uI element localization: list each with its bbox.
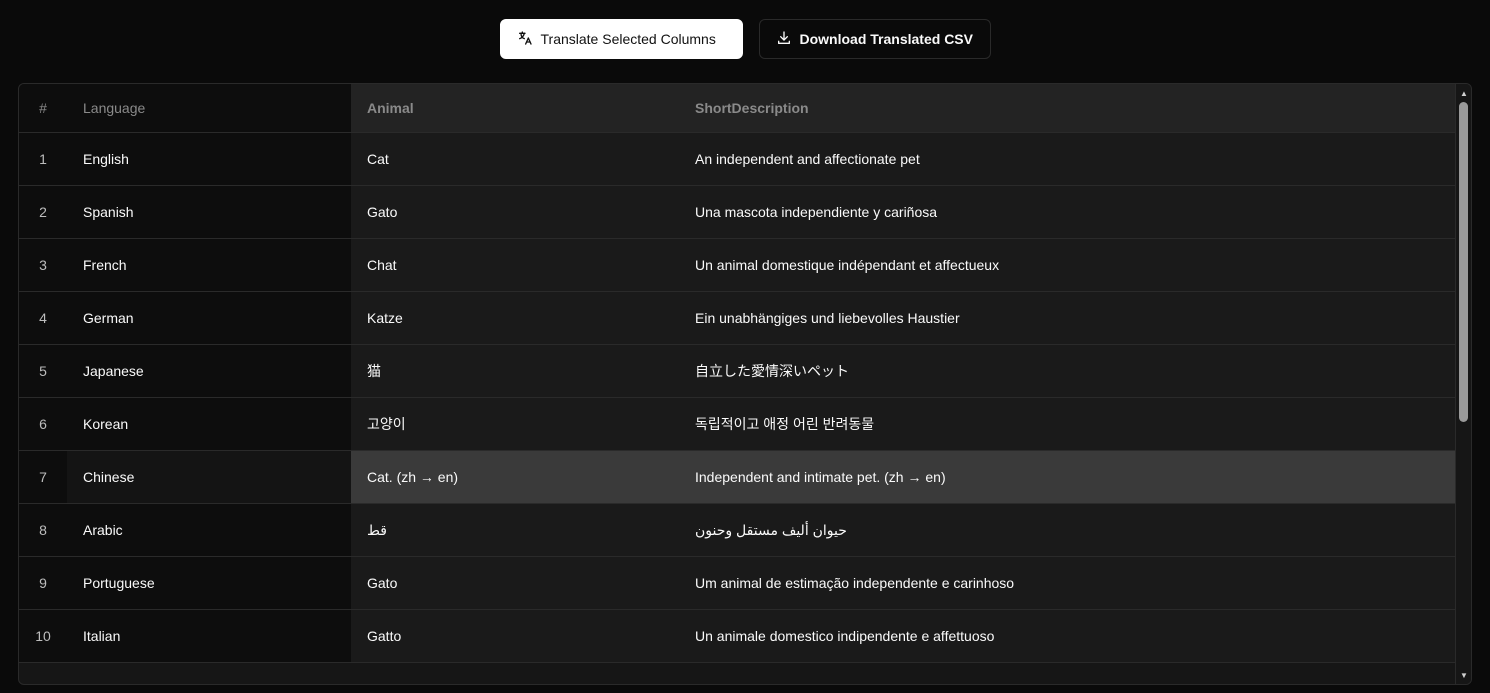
scroll-thumb[interactable] bbox=[1459, 102, 1468, 422]
animal-cell[interactable]: 고양이 bbox=[351, 398, 679, 450]
language-cell[interactable]: Italian bbox=[67, 610, 351, 662]
table-row[interactable]: 4 German Katze Ein unabhängiges und liebevo… bbox=[19, 292, 1457, 345]
table-row[interactable]: 5 Japanese 猫自立した愛情深いペット bbox=[19, 345, 1457, 398]
animal-cell[interactable]: Gato bbox=[351, 186, 679, 238]
row-number-cell[interactable]: 1 bbox=[19, 133, 67, 185]
table-row[interactable]: 1 English Cat An independent and affectiona… bbox=[19, 133, 1457, 186]
download-translated-csv-button[interactable]: Download Translated CSV bbox=[758, 19, 991, 59]
language-cell[interactable]: Spanish bbox=[67, 186, 351, 238]
row-number-cell[interactable]: 10 bbox=[19, 610, 67, 662]
language-cell[interactable]: Arabic bbox=[67, 504, 351, 556]
header-row-number: # bbox=[19, 84, 67, 132]
short-description-cell[interactable]: Independent and intimate pet. (zh → en) bbox=[679, 451, 1457, 503]
row-number-cell[interactable]: 6 bbox=[19, 398, 67, 450]
language-cell[interactable]: Chinese bbox=[67, 451, 351, 503]
animal-cell[interactable]: Chat bbox=[351, 239, 679, 291]
row-number-cell[interactable]: 5 bbox=[19, 345, 67, 397]
language-cell[interactable]: English bbox=[67, 133, 351, 185]
row-number-cell[interactable]: 7 bbox=[19, 451, 67, 503]
animal-cell[interactable]: Gatto bbox=[351, 610, 679, 662]
table-row[interactable]: 7 Chinese Cat. (zh → en) Independent and in… bbox=[19, 451, 1457, 504]
table-row[interactable]: 8 Arabic قط حيوان أليف مستقل وحنون bbox=[19, 504, 1457, 557]
row-number-cell[interactable]: 3 bbox=[19, 239, 67, 291]
translate-selected-columns-button[interactable]: Translate Selected Columns bbox=[499, 19, 743, 59]
translate-button-label: Translate Selected Columns bbox=[540, 31, 716, 47]
short-description-cell[interactable]: Un animale domestico indipendente e affe… bbox=[679, 610, 1457, 662]
table-row[interactable]: 6 Korean 고양이 독립적이고 애정 어린 반려동물 bbox=[19, 398, 1457, 451]
scroll-down-icon[interactable]: ▼ bbox=[1456, 668, 1471, 682]
download-button-label: Download Translated CSV bbox=[799, 31, 973, 47]
short-description-cell[interactable]: Ein unabhängiges und liebevolles Haustie… bbox=[679, 292, 1457, 344]
language-cell[interactable]: French bbox=[67, 239, 351, 291]
animal-cell[interactable]: 猫 bbox=[351, 345, 679, 397]
table-grid: # Language Animal ShortDescription 1 Engl… bbox=[19, 84, 1457, 663]
vertical-scrollbar[interactable]: ▲ ▼ bbox=[1455, 84, 1471, 684]
short-description-cell[interactable]: 독립적이고 애정 어린 반려동물 bbox=[679, 398, 1457, 450]
table-header-row: # Language Animal ShortDescription bbox=[19, 84, 1457, 133]
animal-cell[interactable]: قط bbox=[351, 504, 679, 556]
scroll-up-icon[interactable]: ▲ bbox=[1456, 86, 1471, 100]
animal-cell[interactable]: Gato bbox=[351, 557, 679, 609]
table-row[interactable]: 10 Italian Gatto Un animale domestico indip… bbox=[19, 610, 1457, 663]
download-icon bbox=[776, 30, 792, 49]
short-description-cell[interactable]: 自立した愛情深いペット bbox=[679, 345, 1457, 397]
language-cell[interactable]: German bbox=[67, 292, 351, 344]
animal-cell[interactable]: Cat. (zh → en) bbox=[351, 451, 679, 503]
short-description-cell[interactable]: حيوان أليف مستقل وحنون bbox=[679, 504, 1457, 556]
row-number-cell[interactable]: 8 bbox=[19, 504, 67, 556]
translate-icon bbox=[517, 30, 533, 49]
animal-cell[interactable]: Katze bbox=[351, 292, 679, 344]
table-row[interactable]: 9 Portuguese Gato Um animal de estimação in… bbox=[19, 557, 1457, 610]
header-animal[interactable]: Animal bbox=[351, 84, 679, 132]
toolbar: Translate Selected Columns Download Tran… bbox=[0, 19, 1490, 59]
row-number-cell[interactable]: 4 bbox=[19, 292, 67, 344]
short-description-cell[interactable]: Una mascota independiente y cariñosa bbox=[679, 186, 1457, 238]
language-cell[interactable]: Korean bbox=[67, 398, 351, 450]
table-row[interactable]: 2 Spanish Gato Una mascota independiente y … bbox=[19, 186, 1457, 239]
row-number-cell[interactable]: 9 bbox=[19, 557, 67, 609]
animal-cell[interactable]: Cat bbox=[351, 133, 679, 185]
language-cell[interactable]: Portuguese bbox=[67, 557, 351, 609]
translation-table: # Language Animal ShortDescription 1 Engl… bbox=[18, 83, 1472, 685]
short-description-cell[interactable]: Um animal de estimação independente e ca… bbox=[679, 557, 1457, 609]
language-cell[interactable]: Japanese bbox=[67, 345, 351, 397]
table-row[interactable]: 3 French Chat Un animal domestique indépend… bbox=[19, 239, 1457, 292]
header-short-description[interactable]: ShortDescription bbox=[679, 84, 1457, 132]
row-number-cell[interactable]: 2 bbox=[19, 186, 67, 238]
short-description-cell[interactable]: An independent and affectionate pet bbox=[679, 133, 1457, 185]
header-language[interactable]: Language bbox=[67, 84, 351, 132]
short-description-cell[interactable]: Un animal domestique indépendant et affe… bbox=[679, 239, 1457, 291]
